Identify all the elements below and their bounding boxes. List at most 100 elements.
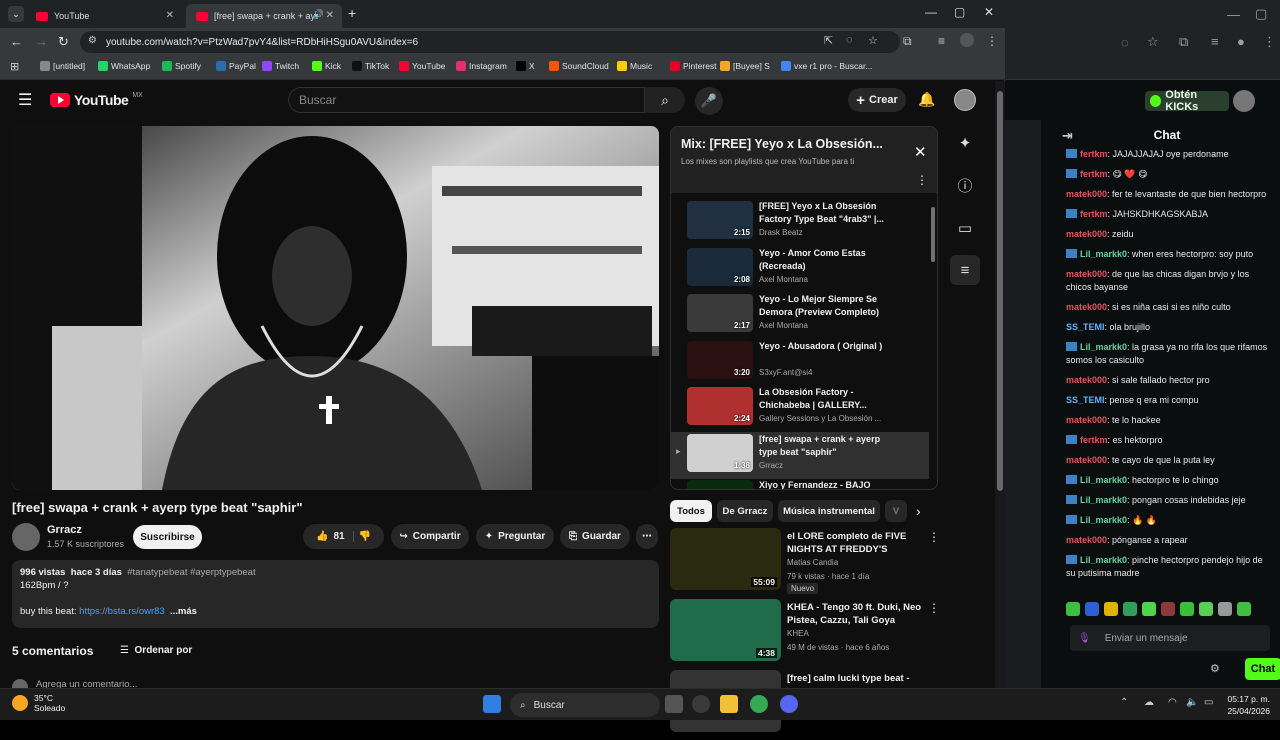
chrome-icon[interactable] [750,695,768,713]
emote-icon[interactable] [1237,602,1251,616]
extensions-icon[interactable]: ⧉ [1179,34,1188,50]
chat-username[interactable]: fertkm [1080,209,1108,219]
bookmark-6[interactable]: Kick [312,61,341,71]
cast-icon[interactable]: ⇱ [824,34,833,47]
maximize-icon[interactable]: ▢ [1255,6,1267,22]
chat-username[interactable]: matek000 [1066,455,1107,465]
chat-username[interactable]: fertkm [1080,149,1108,159]
profile-icon[interactable] [960,33,974,47]
eye-off-icon[interactable]: ◌ [846,34,853,46]
tab-search-icon[interactable]: ⌄ [8,6,24,22]
taskbar-search[interactable]: ⌕ Buscar [510,693,660,717]
media-icon[interactable]: ≡ [1211,34,1219,49]
chat-settings-icon[interactable]: ⚙ [1210,662,1220,675]
voice-search-button[interactable]: 🎤 [695,87,723,115]
bookmark-9[interactable]: Instagram [456,61,507,71]
bookmark-13[interactable]: Pinterest [670,61,717,71]
minimize-icon[interactable]: — [925,5,937,19]
chat-username[interactable]: Lil_markk0 [1080,475,1127,485]
recommended-video[interactable]: 55:09 el LORE completo de FIVE NIGHTS AT … [670,528,940,598]
chat-username[interactable]: matek000 [1066,535,1107,545]
emote-icon[interactable] [1066,602,1080,616]
emote-icon[interactable] [1123,602,1137,616]
star-icon[interactable]: ☆ [868,34,878,47]
playlist-item[interactable]: ▸ 1:38 [free] swapa + crank + ayerp type b… [671,431,929,479]
chat-username[interactable]: SS_TEMI [1066,322,1105,332]
share-button[interactable]: ↪ Compartir [391,524,469,549]
chat-username[interactable]: Lil_markk0 [1080,515,1127,525]
description-box[interactable]: 996 vistas hace 3 días #tanatypebeat #ay… [12,560,659,628]
bookmark-7[interactable]: TikTok [352,61,389,71]
more-icon[interactable]: ⋮ [928,530,940,544]
tab-youtube[interactable]: YouTube ✕ [26,4,182,28]
show-more-link[interactable]: ...más [170,606,197,617]
cloud-icon[interactable]: ☁ [1144,697,1154,708]
weather-widget[interactable]: 35°C Soleado [12,693,65,713]
bookmark-2[interactable]: WhatsApp [98,61,150,71]
hashtags[interactable]: #tanatypebeat #ayerptypebeat [127,567,255,578]
ask-button[interactable]: ✦ Preguntar [476,524,554,549]
tab-active-video[interactable]: [free] swapa + crank + ayerp type beat "… [186,4,342,28]
windows-start-icon[interactable] [483,695,501,713]
task-view-icon[interactable] [665,695,683,713]
more-actions-button[interactable]: ⋯ [636,524,658,549]
emote-icon[interactable] [1085,602,1099,616]
media-icon[interactable]: ≡ [938,34,945,48]
url-field[interactable]: ⚙ youtube.com/watch?v=PtzWad7pvY4&list=R… [80,31,900,53]
chip-from-channel[interactable]: De Grracz [717,500,773,522]
back-icon[interactable]: ← [10,34,23,49]
bookmark-8[interactable]: YouTube [399,61,445,71]
avatar[interactable] [1233,90,1255,112]
copilot-icon[interactable] [692,695,710,713]
volume-icon[interactable]: 🔈 [1186,697,1198,708]
bookmark-4[interactable]: PayPal [216,61,256,71]
emote-icon[interactable] [1161,602,1175,616]
chat-username[interactable]: matek000 [1066,189,1107,199]
chat-username[interactable]: Lil_markk0 [1080,495,1127,505]
extensions-icon[interactable]: ⧉ [903,34,912,49]
recommended-video[interactable]: 4:38 KHEA - Tengo 30 ft. Duki, Neo Pistea… [670,599,940,669]
more-icon[interactable]: ⋮ [916,173,928,187]
site-info-icon[interactable]: ⚙ [88,35,97,46]
new-tab-icon[interactable]: + [348,5,356,21]
tray-chevron-icon[interactable]: ⌃ [1120,697,1128,708]
eye-off-icon[interactable]: ◌ [1121,35,1129,50]
reload-icon[interactable]: ↻ [58,34,69,50]
menu-icon[interactable]: ⋮ [1263,34,1276,50]
collapse-chat-icon[interactable]: ⇥ [1062,128,1073,144]
buy-link[interactable]: https://bsta.rs/owr83 [79,606,165,617]
bookmark-5[interactable]: Twitch [262,61,299,71]
chip-all[interactable]: Todos [670,500,712,522]
avatar[interactable] [954,89,976,111]
emote-icon[interactable] [1199,602,1213,616]
recommended-video-channel[interactable]: KHEA [787,629,809,638]
chip-more[interactable]: V [885,500,907,522]
playlist-item[interactable]: 2:15 [FREE] Yeyo x La Obsesión Factory Ty… [671,199,929,246]
page-scrollbar[interactable] [995,81,1005,688]
bookmark-10[interactable]: X [516,61,535,71]
forward-icon[interactable]: → [35,34,48,49]
chat-input[interactable]: 🎙 Enviar un mensaje [1070,625,1270,651]
video-player[interactable] [12,126,659,490]
playlist-item[interactable]: 2:17 Yeyo - Lo Mejor Siempre Se Demora (P… [671,292,929,339]
chat-username[interactable]: Lil_markk0 [1080,342,1127,352]
bookmark-3[interactable]: Spotify [162,61,201,71]
create-button[interactable]: + Crear [848,88,906,112]
wifi-icon[interactable]: ◠ [1168,697,1177,708]
channel-avatar[interactable] [12,523,40,551]
chat-username[interactable]: SS_TEMI [1066,395,1105,405]
emote-icon[interactable] [1180,602,1194,616]
dislike-button[interactable]: 👎 [359,531,371,542]
emote-icon[interactable] [1218,602,1232,616]
save-button[interactable]: ⎘ Guardar [560,524,630,549]
minimize-icon[interactable]: — [1227,7,1240,22]
playlist-item[interactable]: Xiyo y Fernandezz - BAJO LA [671,478,929,489]
discord-icon[interactable] [780,695,798,713]
chat-username[interactable]: matek000 [1066,302,1107,312]
chat-username[interactable]: fertkm [1080,169,1108,179]
emote-icon[interactable] [1104,602,1118,616]
search-button[interactable]: ⌕ [645,87,685,113]
bookmark-12[interactable]: Music [617,61,652,71]
video-thumbnail[interactable]: 4:38 [670,599,781,661]
bookmark-14[interactable]: [Buyee] S [720,61,770,71]
